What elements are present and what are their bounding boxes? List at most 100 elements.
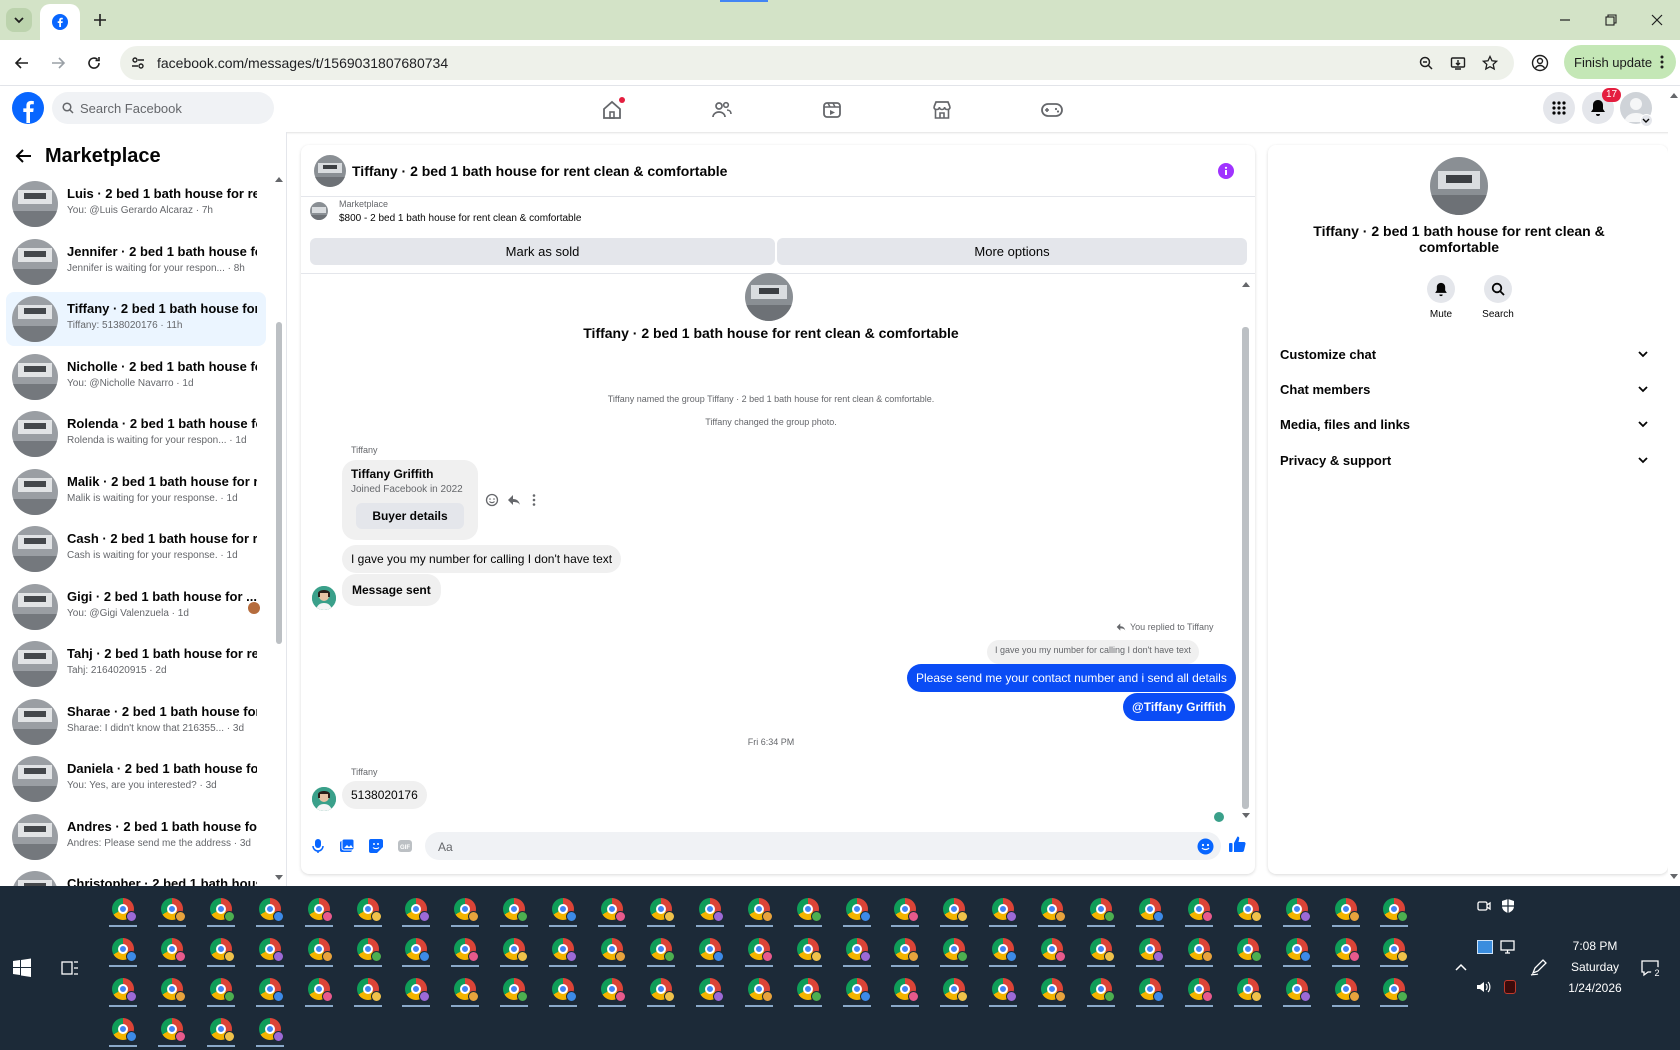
chrome-taskbar-button[interactable] [641,890,681,928]
chrome-taskbar-button[interactable] [1081,890,1121,928]
chrome-taskbar-button[interactable] [788,890,828,928]
buyer-details-button[interactable]: Buyer details [356,503,464,529]
chrome-taskbar-button[interactable] [1326,970,1366,1008]
outgoing-message[interactable]: @Tiffany Griffith [1123,693,1236,721]
chrome-taskbar-button[interactable] [1228,970,1268,1008]
chrome-taskbar-button[interactable] [934,890,974,928]
section-chat-members[interactable]: Chat members [1280,374,1648,404]
chrome-taskbar-button[interactable] [152,930,192,968]
marketplace-listing-bar[interactable]: Marketplace $800 - 2 bed 1 bath house fo… [301,197,1255,224]
chrome-taskbar-button[interactable] [1081,930,1121,968]
tab-search-button[interactable] [6,8,32,32]
chrome-taskbar-button[interactable] [1130,930,1170,968]
chrome-taskbar-button[interactable] [983,890,1023,928]
tab-facebook[interactable] [40,4,80,40]
chrome-taskbar-button[interactable] [396,970,436,1008]
chrome-taskbar-button[interactable] [1179,890,1219,928]
nav-friends[interactable] [702,94,742,126]
chrome-taskbar-button[interactable] [1130,890,1170,928]
chrome-taskbar-button[interactable] [445,930,485,968]
chrome-taskbar-button[interactable] [1374,970,1414,1008]
more-actions-button[interactable] [531,493,537,507]
chrome-taskbar-button[interactable] [396,890,436,928]
chrome-taskbar-button[interactable] [788,970,828,1008]
nav-marketplace[interactable] [922,94,962,126]
task-view-button[interactable] [60,958,80,978]
chrome-taskbar-button[interactable] [543,970,583,1008]
chrome-taskbar-button[interactable] [690,890,730,928]
like-button[interactable] [1227,834,1247,854]
chrome-taskbar-button[interactable] [445,890,485,928]
site-info-button[interactable] [128,53,148,73]
security-shield-icon[interactable] [1500,898,1516,914]
chrome-taskbar-button[interactable] [299,930,339,968]
conversation-item[interactable]: Jennifer · 2 bed 1 bath house fo... Jenni… [6,235,266,289]
chrome-taskbar-button[interactable] [1032,970,1072,1008]
chrome-taskbar-button[interactable] [103,890,143,928]
section-customize-chat[interactable]: Customize chat [1280,339,1648,369]
incoming-message[interactable]: 5138020176 [342,781,427,809]
attach-photo-button[interactable] [337,836,357,856]
chrome-taskbar-button[interactable] [1228,890,1268,928]
chrome-taskbar-button[interactable] [592,970,632,1008]
conversation-item[interactable]: Tahj · 2 bed 1 bath house for re... Tahj:… [6,637,266,691]
chrome-taskbar-button[interactable] [250,970,290,1008]
sender-avatar[interactable] [312,586,336,610]
chrome-taskbar-button[interactable] [1081,970,1121,1008]
voice-clip-button[interactable] [308,836,328,856]
start-button[interactable] [12,958,32,978]
page-scrollbar[interactable] [1668,86,1680,886]
finish-update-button[interactable]: Finish update [1564,45,1676,79]
chrome-taskbar-button[interactable] [983,930,1023,968]
chrome-taskbar-button[interactable] [885,970,925,1008]
chrome-taskbar-button[interactable] [543,930,583,968]
minimize-button[interactable] [1542,6,1588,34]
conversation-item[interactable]: Sharae · 2 bed 1 bath house for ... Shara… [6,695,266,749]
bookmark-button[interactable] [1480,53,1500,73]
group-avatar[interactable] [1430,157,1488,215]
conversation-item[interactable]: Andres · 2 bed 1 bath house for ... Andre… [6,810,266,864]
section-privacy-support[interactable]: Privacy & support [1280,445,1648,475]
tray-app-icon[interactable] [1504,980,1516,994]
nav-video[interactable] [812,94,852,126]
conversation-item[interactable]: Gigi · 2 bed 1 bath house for ... You: @G… [6,580,266,634]
chrome-taskbar-button[interactable] [641,930,681,968]
back-button[interactable] [8,49,36,77]
profile-button[interactable] [1526,49,1554,77]
group-photo[interactable] [745,273,793,321]
quoted-message[interactable]: I gave you my number for calling I don't… [987,640,1199,664]
chrome-taskbar-button[interactable] [885,890,925,928]
chrome-taskbar-button[interactable] [1326,890,1366,928]
scroll-up-arrow-icon[interactable] [1670,92,1678,98]
chrome-taskbar-button[interactable] [348,930,388,968]
chrome-taskbar-button[interactable] [885,930,925,968]
address-bar[interactable]: facebook.com/messages/t/1569031807680734 [120,46,1514,80]
conversation-item[interactable]: Daniela · 2 bed 1 bath house for... You: … [6,752,266,806]
conversation-item[interactable]: Rolenda · 2 bed 1 bath house fo... Rolend… [6,407,266,461]
chrome-taskbar-button[interactable] [299,970,339,1008]
nav-gaming[interactable] [1032,94,1072,126]
install-app-button[interactable] [1448,53,1468,73]
restore-button[interactable] [1588,6,1634,34]
chrome-taskbar-button[interactable] [299,890,339,928]
account-menu-chevron[interactable] [1640,114,1653,127]
chrome-taskbar-button[interactable] [201,890,241,928]
chrome-taskbar-button[interactable] [250,1010,290,1048]
network-icon[interactable] [1500,940,1518,954]
action-center-button[interactable]: 2 [1640,958,1663,979]
chat-avatar[interactable] [314,155,346,187]
conversation-item[interactable]: Nicholle · 2 bed 1 bath house fo... You: … [6,350,266,404]
sender-avatar[interactable] [312,787,336,811]
nav-home[interactable] [592,94,632,126]
chrome-taskbar-button[interactable] [739,890,779,928]
incoming-message[interactable]: I gave you my number for calling I don't… [342,545,622,573]
chrome-taskbar-button[interactable] [494,890,534,928]
chrome-taskbar-button[interactable] [1228,930,1268,968]
meet-now-icon[interactable] [1476,898,1492,914]
chrome-taskbar-button[interactable] [201,930,241,968]
scroll-down-arrow-icon[interactable] [1242,813,1250,819]
menu-button[interactable] [1543,92,1575,124]
chrome-taskbar-button[interactable] [934,970,974,1008]
chrome-taskbar-button[interactable] [494,930,534,968]
show-hidden-icons-button[interactable] [1454,962,1468,972]
